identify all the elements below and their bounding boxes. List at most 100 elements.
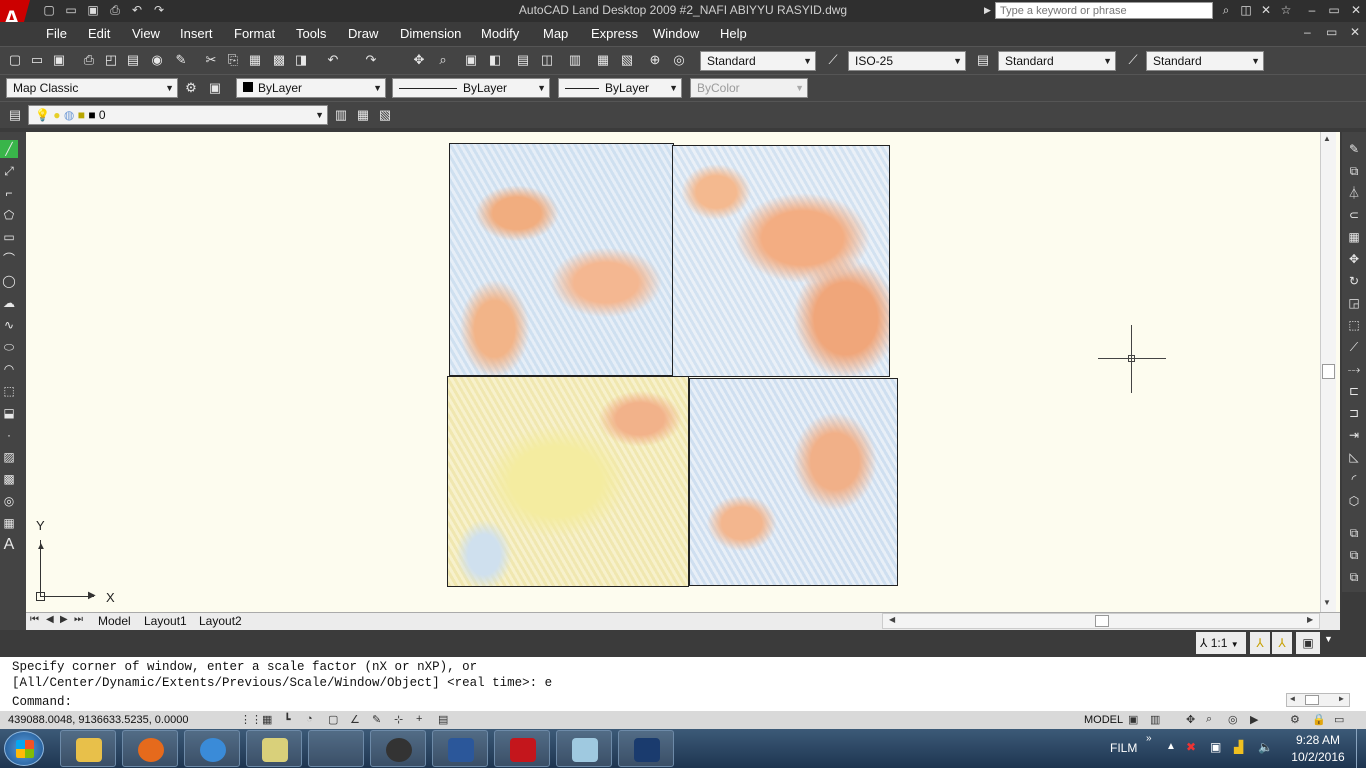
- network-error-icon[interactable]: ✖: [1186, 740, 1196, 754]
- lineweight-select[interactable]: ByLayer ▼: [558, 78, 682, 98]
- grid-icon[interactable]: ▦: [262, 713, 272, 726]
- block-editor-icon[interactable]: ◨: [292, 51, 310, 69]
- stretch-icon[interactable]: ⬚: [1345, 316, 1363, 334]
- tab-last-icon[interactable]: ⏭: [74, 614, 83, 625]
- menu-edit[interactable]: Edit: [88, 26, 110, 41]
- doc-minimize-button[interactable]: –: [1304, 25, 1311, 39]
- explode-icon[interactable]: ⬡: [1345, 492, 1363, 510]
- minimize-button[interactable]: –: [1302, 2, 1322, 19]
- tab-model[interactable]: Model: [98, 614, 131, 628]
- mirror-icon[interactable]: ⏃: [1345, 184, 1363, 202]
- vertical-scroll-thumb[interactable]: [1322, 364, 1335, 379]
- auto-scale-icon[interactable]: ⅄: [1272, 632, 1292, 654]
- quick-view-drawings-icon[interactable]: ▥: [1150, 713, 1160, 726]
- my-workspace-icon[interactable]: ▣: [206, 79, 224, 97]
- horizontal-scrollbar[interactable]: ◀ ▶: [882, 613, 1320, 629]
- tab-first-icon[interactable]: ⏮: [30, 614, 39, 625]
- dyn-icon[interactable]: ⊹: [394, 713, 403, 726]
- insert-block-icon[interactable]: ⬚: [0, 382, 18, 400]
- drawing-canvas[interactable]: [26, 132, 1340, 612]
- fillet-icon[interactable]: ◜: [1345, 470, 1363, 488]
- calculator-icon[interactable]: ⊕: [646, 51, 664, 69]
- zoom-realtime-icon[interactable]: ⌕: [434, 51, 452, 69]
- design-center-icon[interactable]: ◫: [538, 51, 556, 69]
- layer-previous-icon[interactable]: ▦: [354, 106, 372, 124]
- showmotion-icon[interactable]: ▶: [1250, 713, 1258, 726]
- undo-icon[interactable]: ↶: [128, 2, 146, 18]
- circle-icon[interactable]: ◯: [0, 272, 18, 290]
- publish-icon[interactable]: ▤: [124, 51, 142, 69]
- menu-window[interactable]: Window: [653, 26, 699, 41]
- table-icon[interactable]: ▦: [0, 514, 18, 532]
- taskbar-word[interactable]: [432, 730, 488, 767]
- command-prompt[interactable]: Command:: [12, 695, 72, 709]
- menu-view[interactable]: View: [132, 26, 160, 41]
- doc-restore-button[interactable]: ▭: [1326, 25, 1337, 39]
- redo-icon[interactable]: ↷: [362, 51, 380, 69]
- tool-palettes-icon[interactable]: ▥: [566, 51, 584, 69]
- taskbar-autocad-alt[interactable]: [370, 730, 426, 767]
- doc-close-button[interactable]: ✕: [1350, 25, 1360, 39]
- lwt-icon[interactable]: +: [416, 713, 422, 725]
- tab-next-icon[interactable]: ▶: [60, 614, 68, 625]
- menu-map[interactable]: Map: [543, 26, 568, 41]
- tray-expand-icon[interactable]: ▲: [1166, 741, 1176, 752]
- horizontal-scroll-thumb[interactable]: [1095, 615, 1109, 627]
- menu-file[interactable]: File: [46, 26, 67, 41]
- command-scroll-left-icon[interactable]: ◀: [1290, 694, 1295, 704]
- command-scroll-right-icon[interactable]: ▶: [1339, 694, 1344, 704]
- clock-date[interactable]: 10/2/2016: [1286, 750, 1350, 764]
- lock-icon[interactable]: 🔒: [1312, 713, 1326, 726]
- hatch-icon[interactable]: ▨: [0, 448, 18, 466]
- taskbar-sticky[interactable]: [556, 730, 612, 767]
- paste-icon[interactable]: ▦: [246, 51, 264, 69]
- menu-modify[interactable]: Modify: [481, 26, 519, 41]
- new-icon[interactable]: ▢: [40, 2, 58, 18]
- show-desktop-button[interactable]: [1356, 729, 1366, 768]
- copy-object-icon[interactable]: ⧉: [1345, 162, 1363, 180]
- offset-icon[interactable]: ⊂: [1345, 206, 1363, 224]
- scroll-down-icon[interactable]: ▼: [1323, 598, 1331, 607]
- menu-dimension[interactable]: Dimension: [400, 26, 461, 41]
- break-at-point-icon[interactable]: ⊏: [1345, 382, 1363, 400]
- trim-icon[interactable]: ⟋: [1345, 338, 1363, 356]
- zoom-window-icon[interactable]: ▣: [462, 51, 480, 69]
- workspace-settings-icon[interactable]: ⚙: [182, 79, 200, 97]
- otrack-icon[interactable]: ∠: [350, 713, 360, 726]
- taskbar-line[interactable]: [308, 730, 364, 767]
- layer-properties-icon[interactable]: ▤: [6, 106, 24, 124]
- search-icon[interactable]: ⌕: [1216, 2, 1236, 19]
- make-object-layer-current-icon[interactable]: ▥: [332, 106, 350, 124]
- table-style-icon[interactable]: ▤: [974, 51, 992, 69]
- join-icon[interactable]: ⇥: [1345, 426, 1363, 444]
- scroll-left-icon[interactable]: ◀: [889, 615, 895, 624]
- color-select[interactable]: ByLayer ▼: [236, 78, 386, 98]
- plot-icon[interactable]: ⎙: [106, 2, 124, 18]
- vertical-scrollbar[interactable]: ▲ ▼: [1320, 132, 1336, 612]
- steering-wheel-icon[interactable]: ◎: [1228, 713, 1238, 726]
- 3d-dwf-icon[interactable]: ◉: [148, 51, 166, 69]
- table-style-select[interactable]: Standard ▼: [998, 51, 1116, 71]
- multileader-style-select[interactable]: Standard ▼: [1146, 51, 1264, 71]
- command-scrollbar[interactable]: ◀ ▶: [1286, 693, 1350, 707]
- tab-layout2[interactable]: Layout2: [199, 614, 242, 628]
- mtext-icon[interactable]: A: [0, 536, 18, 554]
- menu-format[interactable]: Format: [234, 26, 275, 41]
- extend-icon[interactable]: ⤏: [1345, 360, 1363, 378]
- taskbar-chrome[interactable]: [184, 730, 240, 767]
- draworder-front-icon[interactable]: ⧉: [1345, 524, 1363, 542]
- quick-view-layouts-icon[interactable]: ▣: [1128, 713, 1138, 726]
- open-icon[interactable]: ▭: [62, 2, 80, 18]
- erase-icon[interactable]: ✎: [1345, 140, 1363, 158]
- maximize-button[interactable]: ▭: [1324, 2, 1344, 19]
- markup-icon[interactable]: ▧: [618, 51, 636, 69]
- command-scroll-thumb[interactable]: [1305, 695, 1319, 705]
- communication-icon[interactable]: ◫: [1236, 2, 1256, 19]
- region-icon[interactable]: ◎: [0, 492, 18, 510]
- taskbar-autocad-land[interactable]: [618, 730, 674, 767]
- favorites-icon[interactable]: ✕: [1256, 2, 1276, 19]
- save-icon[interactable]: ▣: [84, 2, 102, 18]
- toolbar-lock-icon[interactable]: ▣: [1296, 632, 1320, 654]
- plot-preview-icon[interactable]: ◰: [102, 51, 120, 69]
- tab-prev-icon[interactable]: ◀: [46, 614, 54, 625]
